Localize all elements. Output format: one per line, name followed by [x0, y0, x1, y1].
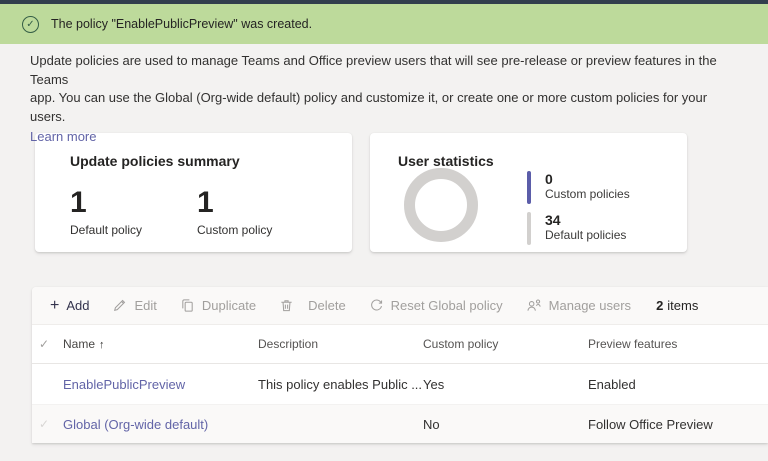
column-header-name[interactable]: Name↑ [63, 337, 258, 351]
table-row[interactable]: EnablePublicPreview This policy enables … [32, 364, 768, 404]
edit-button[interactable]: Edit [112, 298, 156, 313]
policy-name-link[interactable]: EnablePublicPreview [63, 377, 258, 392]
duplicate-button[interactable]: Duplicate [180, 298, 256, 313]
default-policies-value: 34 [545, 212, 626, 228]
page-description-block: Update policies are used to manage Teams… [30, 52, 742, 146]
column-header-description: Description [258, 337, 423, 351]
legend-bar-default [527, 212, 531, 245]
add-button[interactable]: + Add [50, 298, 89, 313]
custom-policy-stat: 1 Custom policy [197, 186, 272, 237]
row-check-icon[interactable]: ✓ [32, 417, 63, 431]
update-policies-summary-card: Update policies summary 1 Default policy… [35, 133, 352, 252]
banner-message: The policy "EnablePublicPreview" was cre… [51, 17, 312, 31]
default-policy-label: Default policy [70, 223, 142, 237]
learn-more-link[interactable]: Learn more [30, 129, 96, 144]
sort-arrow-up-icon: ↑ [99, 339, 105, 351]
user-statistics-title: User statistics [398, 153, 494, 169]
custom-policies-value: 0 [545, 171, 630, 187]
reset-global-policy-button[interactable]: Reset Global policy [369, 298, 503, 313]
table-row[interactable]: ✓ Global (Org-wide default) No Follow Of… [32, 404, 768, 443]
items-count: 2items [656, 298, 698, 313]
legend-item-default: 34 Default policies [527, 212, 630, 245]
plus-icon: + [50, 299, 59, 313]
manage-users-button[interactable]: Manage users [526, 298, 631, 313]
custom-policy-cell: No [423, 417, 588, 432]
trash-icon [279, 298, 294, 313]
legend-bar-custom [527, 171, 531, 204]
custom-policy-count: 1 [197, 186, 272, 220]
default-policy-stat: 1 Default policy [70, 186, 142, 237]
donut-chart [404, 168, 478, 242]
page-description: Update policies are used to manage Teams… [30, 52, 742, 126]
check-circle-icon: ✓ [22, 16, 39, 33]
select-all-check-icon[interactable]: ✓ [32, 337, 63, 351]
donut-legend: 0 Custom policies 34 Default policies [527, 171, 630, 253]
copy-icon [180, 298, 195, 313]
delete-button[interactable]: Delete [279, 298, 346, 313]
table-header-row: ✓ Name↑ Description Custom policy Previe… [32, 325, 768, 364]
manage-users-icon [526, 298, 542, 313]
legend-item-custom: 0 Custom policies [527, 171, 630, 204]
user-statistics-card: User statistics 0 Custom policies 34 Def… [370, 133, 687, 252]
default-policy-count: 1 [70, 186, 142, 220]
column-header-custom-policy: Custom policy [423, 337, 588, 351]
custom-policy-cell: Yes [423, 377, 588, 392]
table-toolbar: + Add Edit Duplicate Delete Reset Glob [32, 287, 768, 325]
preview-features-cell: Enabled [588, 377, 768, 392]
reset-icon [369, 298, 384, 313]
pencil-icon [112, 298, 127, 313]
default-policies-label: Default policies [545, 228, 626, 243]
custom-policy-label: Custom policy [197, 223, 272, 237]
success-banner: ✓ The policy "EnablePublicPreview" was c… [0, 4, 768, 44]
policies-table-panel: + Add Edit Duplicate Delete Reset Glob [32, 287, 768, 443]
policy-description-cell: This policy enables Public ... [258, 377, 423, 392]
custom-policies-label: Custom policies [545, 187, 630, 202]
top-navigation-strip [0, 0, 768, 4]
summary-card-title: Update policies summary [70, 153, 240, 169]
preview-features-cell: Follow Office Preview [588, 417, 768, 432]
column-header-preview-features: Preview features [588, 337, 768, 351]
policy-name-link[interactable]: Global (Org-wide default) [63, 417, 258, 432]
